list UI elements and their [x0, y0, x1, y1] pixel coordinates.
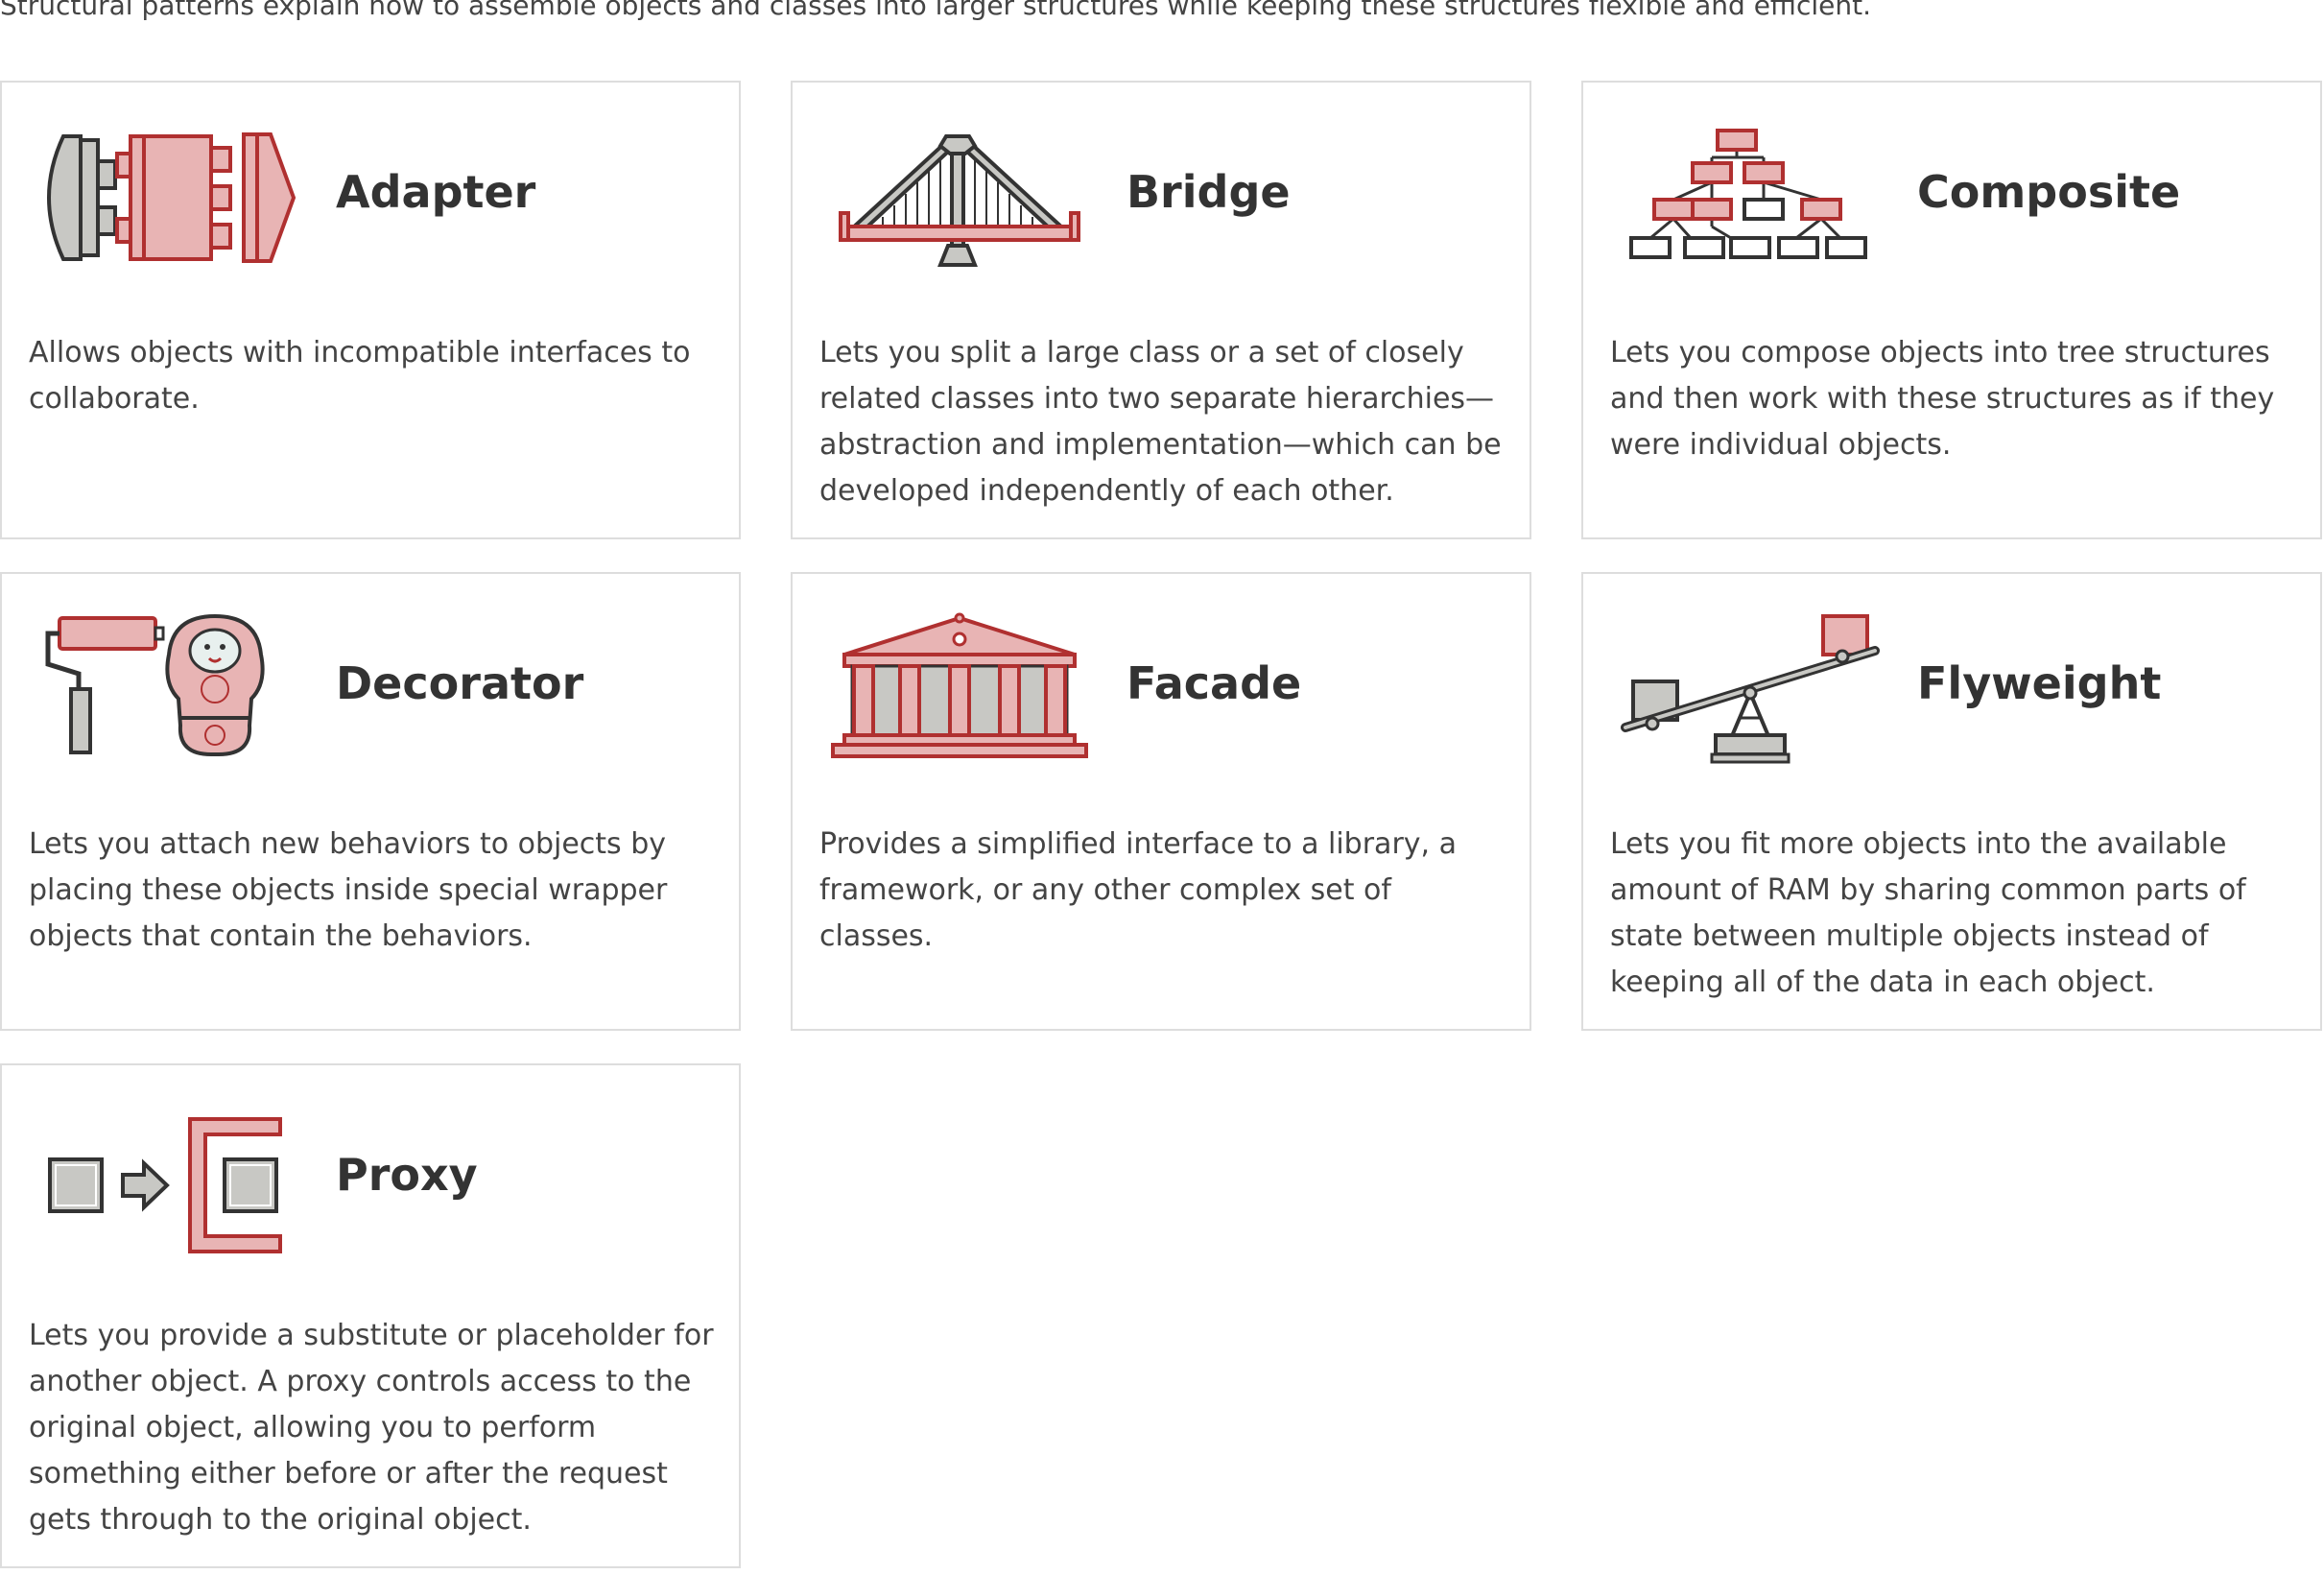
pattern-title[interactable]: Flyweight: [1917, 655, 2161, 712]
intro-text: Structural patterns explain how to assem…: [0, 0, 1872, 21]
decorator-icon: [35, 612, 303, 766]
pattern-title[interactable]: Adapter: [336, 163, 535, 221]
pattern-title[interactable]: Decorator: [336, 655, 583, 712]
pattern-title[interactable]: Facade: [1126, 655, 1301, 712]
pattern-title[interactable]: Proxy: [336, 1146, 478, 1204]
bridge-icon: [825, 121, 1094, 274]
composite-tree-icon: [1616, 121, 1885, 274]
pattern-description: Lets you fit more objects into the avail…: [1610, 827, 2246, 999]
pattern-card-proxy[interactable]: Proxy Lets you provide a substitute or p…: [0, 1063, 741, 1568]
facade-building-icon: [825, 612, 1094, 766]
pattern-title[interactable]: Bridge: [1126, 163, 1291, 221]
pattern-description: Lets you compose objects into tree struc…: [1610, 336, 2275, 462]
pattern-card-decorator[interactable]: Decorator Lets you attach new behaviors …: [0, 572, 741, 1031]
pattern-description: Lets you split a large class or a set of…: [819, 336, 1502, 508]
pattern-description: Allows objects with incompatible interfa…: [29, 336, 691, 416]
pattern-card-adapter[interactable]: Adapter Allows objects with incompatible…: [0, 81, 741, 539]
pattern-title[interactable]: Composite: [1917, 163, 2180, 221]
pattern-card-flyweight[interactable]: Flyweight Lets you fit more objects into…: [1581, 572, 2322, 1031]
pattern-description: Lets you provide a substitute or placeho…: [29, 1319, 714, 1537]
pattern-card-facade[interactable]: Facade Provides a simplified interface t…: [791, 572, 1531, 1031]
pattern-description: Provides a simplified interface to a lib…: [819, 827, 1457, 953]
pattern-description: Lets you attach new behaviors to objects…: [29, 827, 668, 953]
adapter-icon: [35, 121, 303, 274]
pattern-card-bridge[interactable]: Bridge Lets you split a large class or a…: [791, 81, 1531, 539]
proxy-icon: [35, 1104, 303, 1257]
flyweight-seesaw-icon: [1616, 612, 1885, 766]
pattern-card-composite[interactable]: Composite Lets you compose objects into …: [1581, 81, 2322, 539]
